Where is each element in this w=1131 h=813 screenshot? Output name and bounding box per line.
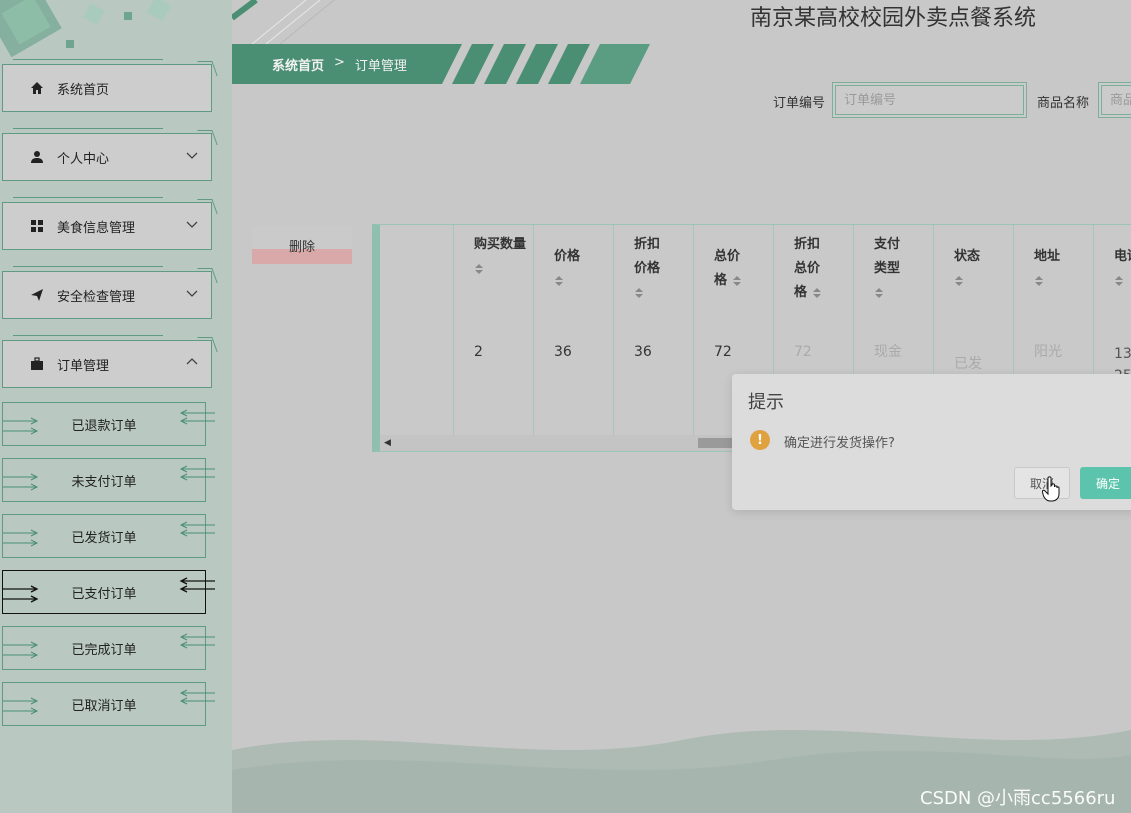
home-icon: [29, 80, 45, 96]
table-header[interactable]: 总价格: [714, 245, 748, 293]
arrows-icon: [3, 641, 39, 659]
submenu-cancelled-orders[interactable]: 已取消订单: [2, 682, 215, 726]
site-title: 南京某高校校园外卖点餐系统: [750, 6, 1037, 31]
sort-icon[interactable]: [1034, 274, 1044, 288]
sort-icon[interactable]: [732, 274, 742, 288]
sidebar-item-home[interactable]: 系统首页: [2, 59, 212, 112]
table-header[interactable]: 购买数量: [474, 233, 530, 281]
sidebar-item-label: 系统首页: [57, 82, 110, 98]
table-header[interactable]: 折扣总价格: [794, 233, 828, 305]
table-header[interactable]: 状态: [954, 245, 1010, 293]
order-no-input[interactable]: [835, 85, 1024, 115]
table-column: 购买数量 2: [454, 225, 534, 435]
warning-icon: !: [750, 430, 770, 450]
submenu-label: 已支付订单: [71, 586, 137, 602]
table-header[interactable]: 价格: [554, 245, 610, 293]
sidebar-item-label: 美食信息管理: [57, 220, 136, 236]
submenu-label: 已退款订单: [71, 418, 137, 434]
arrows-icon: [179, 689, 215, 705]
delete-button[interactable]: 删除: [252, 226, 352, 264]
arrows-icon: [3, 697, 39, 715]
arrows-icon: [3, 417, 39, 435]
table-cell: 36: [634, 344, 652, 360]
product-name-input[interactable]: [1101, 85, 1131, 115]
sidebar-item-label: 个人中心: [57, 151, 110, 167]
sort-icon[interactable]: [1114, 274, 1124, 288]
confirm-dialog: 提示 × ! 确定进行发货操作? 取消 确定: [732, 374, 1131, 510]
arrows-icon: [3, 473, 39, 491]
submenu-paid-orders[interactable]: 已支付订单: [2, 570, 215, 614]
arrows-icon: [179, 633, 215, 649]
chevron-down-icon: [186, 290, 198, 297]
chevron-down-icon: [186, 221, 198, 228]
user-icon: [29, 149, 45, 165]
table-cell: 72: [714, 344, 732, 360]
main-content: 南京某高校校园外卖点餐系统 系统首页 > 订单管理 订单编号 商品名称 删除 购…: [232, 0, 1131, 813]
header-decoration: [232, 0, 335, 44]
sidebar-item-label: 订单管理: [57, 358, 110, 374]
sidebar-item-food[interactable]: 美食信息管理: [2, 197, 212, 250]
breadcrumb-separator: >: [334, 55, 345, 70]
table-cell: 2: [474, 344, 483, 360]
table-header[interactable]: 折扣价格: [634, 233, 664, 305]
table-cell: 36: [554, 344, 572, 360]
order-no-field-wrap: [832, 82, 1027, 118]
breadcrumb-current: 订单管理: [354, 59, 407, 74]
confirm-button[interactable]: 确定: [1080, 467, 1131, 499]
arrows-icon: [179, 465, 215, 481]
grid-icon: [29, 218, 45, 234]
sidebar-decoration: [0, 0, 172, 58]
dialog-message: 确定进行发货操作?: [784, 436, 895, 451]
order-no-label: 订单编号: [773, 96, 826, 111]
submenu-completed-orders[interactable]: 已完成订单: [2, 626, 215, 670]
table-cell: 现金: [874, 344, 902, 360]
table-header[interactable]: 电话: [1114, 245, 1131, 293]
arrows-icon: [179, 409, 215, 425]
sidebar-item-safety[interactable]: 安全检查管理: [2, 266, 212, 319]
table-column: 折扣价格 36: [614, 225, 694, 435]
dialog-title: 提示: [748, 392, 784, 413]
breadcrumb-home[interactable]: 系统首页: [272, 55, 324, 74]
table-header[interactable]: 地址: [1034, 245, 1090, 293]
chevron-up-icon: [186, 358, 198, 365]
send-icon: [29, 287, 45, 303]
submenu-label: 已取消订单: [71, 698, 137, 714]
sidebar-item-orders[interactable]: 订单管理: [2, 335, 212, 388]
briefcase-icon: [29, 356, 45, 372]
arrows-icon: [3, 585, 39, 603]
chevron-down-icon: [186, 152, 198, 159]
table-header[interactable]: 支付类型: [874, 233, 904, 305]
table-cell: 阳光: [1034, 344, 1062, 360]
scroll-left-icon[interactable]: ◀: [384, 438, 391, 448]
submenu-shipped-orders[interactable]: 已发货订单: [2, 514, 215, 558]
watermark: CSDN @小雨cc5566ru: [920, 788, 1116, 809]
sort-icon[interactable]: [954, 274, 964, 288]
product-name-field-wrap: [1098, 82, 1131, 118]
table-column: 价格 36: [534, 225, 614, 435]
sort-icon[interactable]: [812, 286, 822, 300]
sort-icon[interactable]: [634, 286, 644, 300]
submenu-label: 未支付订单: [71, 474, 137, 490]
arrows-icon: [179, 521, 215, 537]
table-cell: 72: [794, 344, 812, 360]
sort-icon[interactable]: [474, 262, 484, 276]
submenu-unpaid-orders[interactable]: 未支付订单: [2, 458, 215, 502]
submenu-refunded-orders[interactable]: 已退款订单: [2, 402, 215, 446]
sort-icon[interactable]: [554, 274, 564, 288]
sidebar: 系统首页 个人中心 美食信息管理 安全检查管理 订单管理 已退款订单 未支付订单…: [0, 0, 232, 813]
hand-cursor-icon: [1042, 476, 1060, 502]
sidebar-item-label: 安全检查管理: [57, 289, 136, 305]
arrows-icon: [179, 577, 215, 593]
breadcrumb: 系统首页 > 订单管理: [272, 55, 407, 74]
submenu-label: 已发货订单: [71, 530, 137, 546]
product-name-label: 商品名称: [1037, 96, 1090, 111]
table-checkbox-column: [380, 225, 454, 435]
submenu-label: 已完成订单: [71, 642, 137, 658]
sort-icon[interactable]: [874, 286, 884, 300]
sidebar-item-profile[interactable]: 个人中心: [2, 128, 212, 181]
arrows-icon: [3, 529, 39, 547]
